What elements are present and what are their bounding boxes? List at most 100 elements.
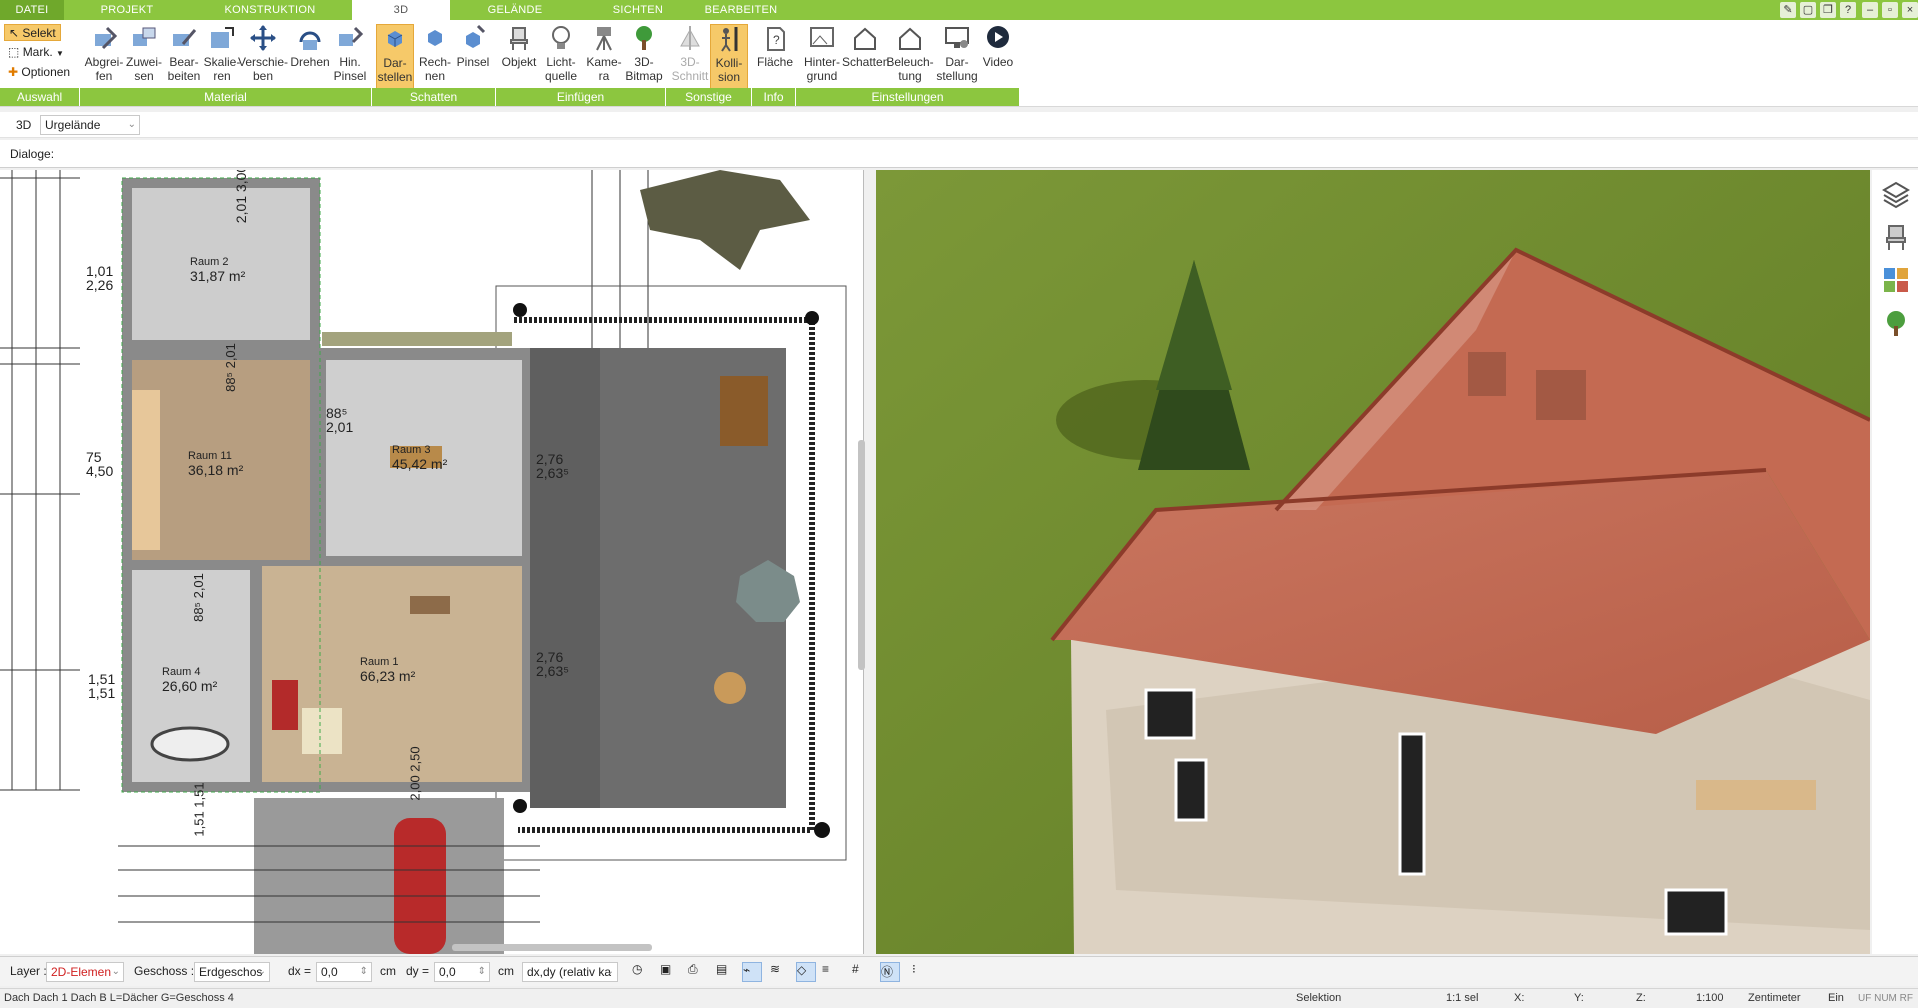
- kamera-button[interactable]: Kame- ra: [584, 24, 624, 90]
- dialogs-label: Dialoge:: [10, 147, 55, 161]
- mark-icon: ⬚: [8, 45, 20, 59]
- shrub: [805, 311, 819, 325]
- hin-pinsel-button[interactable]: Hin. Pinsel: [326, 24, 374, 90]
- select-button[interactable]: ↖ Selekt: [4, 24, 61, 41]
- layers-stack-icon[interactable]: ≡: [822, 962, 842, 982]
- video-button[interactable]: Video: [978, 24, 1018, 90]
- edit-material-icon: [173, 29, 197, 46]
- coffee-table: [302, 708, 342, 754]
- ribbon-tab-bar: DATEI PROJEKT KONSTRUKTION 3D GELÄNDE SI…: [0, 0, 1918, 20]
- tab-datei[interactable]: DATEI: [0, 0, 64, 20]
- 3d-view[interactable]: [876, 170, 1870, 954]
- ribbon: ↖ Selekt ⬚ Mark. ▼ ✚ Optionen Abgrei- fe…: [0, 20, 1918, 107]
- coordinate-mode-select[interactable]: dx,dy (relativ ka ⌄: [522, 962, 618, 982]
- floor-plan-view[interactable]: Raum 2 31,87 m² Raum 11 36,18 m² Raum 3 …: [0, 170, 864, 954]
- clock-icon[interactable]: ◷: [632, 962, 652, 982]
- staircase: [132, 390, 160, 550]
- plan-horizontal-scrollbar[interactable]: [452, 944, 652, 951]
- group-sonstige: Sonstige: [666, 88, 752, 106]
- flaeche-button[interactable]: ? Fläche: [756, 24, 794, 90]
- floor-plan-canvas: [0, 170, 847, 954]
- spinner-icon[interactable]: ⇕: [360, 963, 368, 981]
- driveway: [254, 798, 504, 954]
- geschoss-select[interactable]: Erdgeschos ⌄: [194, 962, 270, 982]
- window-cascade-icon[interactable]: ❐: [1820, 2, 1836, 18]
- plants-icon[interactable]: [1880, 308, 1912, 340]
- terrain-select[interactable]: Urgelände ⌄: [40, 115, 140, 135]
- rechnen-button[interactable]: Rech- nen: [416, 24, 454, 90]
- materials-icon[interactable]: [1880, 264, 1912, 296]
- tab-3d[interactable]: 3D: [352, 0, 450, 20]
- print-icon[interactable]: ⎙: [688, 962, 708, 982]
- dx-label: dx =: [288, 964, 312, 978]
- monitor-3d-icon[interactable]: ▣: [660, 962, 680, 982]
- geschoss-label: Geschoss :: [134, 964, 195, 978]
- dx-input[interactable]: 0,0 ⇕: [316, 962, 372, 982]
- select-cursor-icon: ↖: [9, 26, 20, 40]
- dimension-label: 1,51 1,51: [88, 671, 116, 701]
- 3d-bitmap-button[interactable]: 3D- Bitmap: [622, 24, 666, 90]
- tab-gelaende[interactable]: GELÄNDE: [485, 0, 545, 20]
- view-options-bar: 3D Urgelände ⌄: [0, 112, 1918, 138]
- room-label: Raum 2 31,87 m²: [190, 256, 246, 284]
- shadow-compute-icon: [428, 30, 442, 46]
- house-walls: [122, 178, 530, 792]
- chevron-down-icon: ⌄: [111, 966, 120, 977]
- snap-surface-icon[interactable]: ◇: [796, 962, 816, 982]
- monitor-icon: [945, 27, 969, 48]
- beleuchtung-button[interactable]: Beleuch- tung: [886, 24, 934, 90]
- darstellung-button[interactable]: Dar- stellung: [934, 24, 980, 90]
- lichtquelle-button[interactable]: Licht- quelle: [540, 24, 582, 90]
- north-icon[interactable]: Ⓝ: [880, 962, 900, 982]
- dimension-label: 1,01 2,26: [86, 263, 114, 293]
- layers-icon[interactable]: [1880, 178, 1912, 210]
- objekt-button[interactable]: Objekt: [498, 24, 540, 90]
- mark-button[interactable]: ⬚ Mark. ▼: [4, 44, 68, 61]
- tab-projekt[interactable]: PROJEKT: [96, 0, 158, 20]
- status-selection-count: 1:1 sel: [1446, 992, 1479, 1004]
- room-label: Raum 4 26,60 m²: [162, 666, 218, 694]
- schatten-settings-button[interactable]: Schatten: [842, 24, 889, 90]
- paste-icon[interactable]: ▤: [716, 962, 736, 982]
- plan-vertical-scrollbar[interactable]: [858, 440, 865, 670]
- verschieben-button[interactable]: Verschie- ben: [238, 24, 288, 90]
- dimension-label: 2,76 2,63⁵: [536, 451, 570, 481]
- grid-icon[interactable]: #: [852, 962, 872, 982]
- layer-select[interactable]: 2D-Elemen ⌄: [46, 962, 124, 982]
- dialog-bar: Dialoge:: [0, 140, 1918, 168]
- spinner-icon[interactable]: ⇕: [478, 963, 486, 981]
- stairs-3d: [1696, 780, 1816, 810]
- rotate-icon: [299, 31, 321, 50]
- house-shadow-icon: [854, 27, 876, 50]
- scale-icon: [211, 27, 234, 48]
- pinsel-button[interactable]: Pinsel: [454, 24, 492, 90]
- tall-window: [1398, 732, 1426, 876]
- minimize-icon[interactable]: –: [1862, 2, 1878, 18]
- tab-bearbeiten[interactable]: BEARBEITEN: [704, 0, 778, 20]
- more-options-icon[interactable]: ⁝: [912, 962, 932, 982]
- kollision-button[interactable]: Kolli- sion: [710, 24, 748, 90]
- darstellen-button[interactable]: Dar- stellen: [376, 24, 414, 90]
- group-material: Material: [80, 88, 372, 106]
- restore-icon[interactable]: ▫: [1882, 2, 1898, 18]
- sofa: [272, 680, 298, 730]
- dy-input[interactable]: 0,0 ⇕: [434, 962, 490, 982]
- status-x: X:: [1514, 992, 1525, 1004]
- kitchen-counter: [322, 332, 512, 346]
- snap-line-icon[interactable]: ⌁: [742, 962, 762, 982]
- hintergrund-button[interactable]: Hinter- grund: [800, 24, 844, 90]
- furniture-icon[interactable]: [1880, 222, 1912, 254]
- chevron-down-icon: ▼: [56, 49, 64, 58]
- shrub: [513, 799, 527, 813]
- tab-konstruktion[interactable]: KONSTRUKTION: [222, 0, 318, 20]
- terrace-shade: [530, 348, 600, 808]
- close-icon[interactable]: ×: [1902, 2, 1918, 18]
- pin-icon[interactable]: ✎: [1780, 2, 1796, 18]
- options-button[interactable]: ✚ Optionen: [4, 64, 74, 81]
- help-icon[interactable]: ?: [1840, 2, 1856, 18]
- tab-sichten[interactable]: SICHTEN: [610, 0, 666, 20]
- window-tile-icon[interactable]: ▢: [1800, 2, 1816, 18]
- 3d-schnitt-button[interactable]: 3D- Schnitt: [670, 24, 710, 90]
- shrub: [814, 822, 830, 838]
- snap-freehand-icon[interactable]: ≋: [770, 962, 790, 982]
